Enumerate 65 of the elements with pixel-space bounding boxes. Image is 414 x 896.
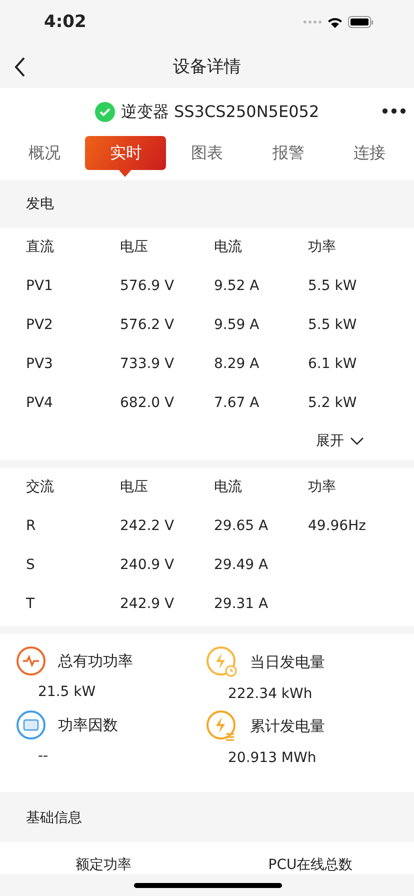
table-cell-text: 682.0 V bbox=[120, 394, 176, 410]
table-cell-text: 240.9 V bbox=[120, 556, 176, 572]
column-header: 电压 bbox=[120, 238, 149, 256]
tab-pointer bbox=[118, 169, 132, 177]
column-header: 电流 bbox=[214, 238, 243, 256]
stat-label: 累计发电量 bbox=[250, 716, 325, 736]
table-cell-text: 8.29 A bbox=[214, 356, 260, 372]
table-cell-text: 7.67 A bbox=[214, 394, 260, 410]
table-cell-text: PV2 bbox=[26, 316, 54, 332]
lightning-stack-icon bbox=[206, 710, 238, 742]
table-cell-text: 5.2 kW bbox=[308, 394, 358, 410]
device-name: 逆变器 SS3CS250N5E052 bbox=[120, 102, 320, 122]
info-label: PCU在线总数 bbox=[268, 856, 353, 874]
table-cell-text: 576.9 V bbox=[120, 278, 176, 294]
column-header: 功率 bbox=[308, 238, 337, 256]
status-time: 4:02 bbox=[44, 12, 86, 32]
stat-value: 20.913 MWh bbox=[227, 749, 318, 766]
signal-icon bbox=[303, 20, 322, 24]
table-cell-text: 9.59 A bbox=[214, 316, 260, 332]
cos-icon bbox=[16, 710, 46, 740]
lightning-clock-icon bbox=[206, 646, 238, 678]
table-cell-text: PV3 bbox=[26, 356, 54, 372]
expand-button[interactable]: 展开 bbox=[316, 432, 364, 450]
column-header: 直流 bbox=[26, 238, 55, 256]
table-cell-text: 6.1 kW bbox=[308, 356, 358, 372]
table-cell-text: 5.5 kW bbox=[308, 316, 358, 332]
table-cell-text: 29.49 A bbox=[214, 556, 270, 572]
tab[interactable]: 图表 bbox=[166, 136, 248, 170]
column-header: 交流 bbox=[26, 478, 55, 496]
table-cell-text: S bbox=[26, 556, 36, 572]
column-header: 功率 bbox=[308, 478, 337, 496]
more-icon[interactable] bbox=[382, 108, 406, 114]
stat-value: 21.5 kW bbox=[37, 683, 97, 700]
tab[interactable]: 概况 bbox=[4, 136, 85, 170]
table-cell-text: PV4 bbox=[26, 394, 54, 410]
info-label: 额定功率 bbox=[76, 856, 132, 874]
battery-icon bbox=[348, 16, 374, 28]
wifi-icon bbox=[327, 16, 343, 28]
stat-label: 总有功功率 bbox=[58, 652, 133, 670]
chevron-icon bbox=[350, 437, 364, 445]
table-cell-text: 29.31 A bbox=[214, 596, 270, 612]
table-cell-text: T bbox=[26, 596, 36, 612]
table-cell-text: 9.52 A bbox=[214, 278, 260, 294]
stat-value: 222.34 kWh bbox=[227, 685, 314, 702]
tab[interactable]: 报警 bbox=[248, 136, 329, 170]
table-cell-text: 242.2 V bbox=[120, 518, 176, 534]
table-cell-text: 733.9 V bbox=[120, 356, 176, 372]
back-icon[interactable] bbox=[14, 57, 26, 77]
stat-label: 功率因数 bbox=[58, 716, 118, 734]
column-header: 电压 bbox=[120, 478, 149, 496]
stat-value: -- bbox=[37, 747, 50, 764]
table-cell-text: 49.96Hz bbox=[308, 518, 367, 534]
tab[interactable]: 连接 bbox=[329, 136, 410, 170]
pulse-icon bbox=[16, 646, 46, 676]
table-cell-text: 242.9 V bbox=[120, 596, 176, 612]
table-cell-text: R bbox=[26, 518, 37, 534]
table-cell-text: 576.2 V bbox=[120, 316, 176, 332]
section-title: 发电 bbox=[25, 195, 55, 214]
screen-title: 设备详情 bbox=[173, 56, 241, 78]
section-title: 基础信息 bbox=[25, 809, 83, 828]
stat-label: 当日发电量 bbox=[250, 652, 325, 672]
table-cell-text: 5.5 kW bbox=[308, 278, 358, 294]
table-cell-text: 29.65 A bbox=[214, 518, 270, 534]
table-cell-text: PV1 bbox=[26, 278, 54, 294]
column-header: 电流 bbox=[214, 478, 243, 496]
